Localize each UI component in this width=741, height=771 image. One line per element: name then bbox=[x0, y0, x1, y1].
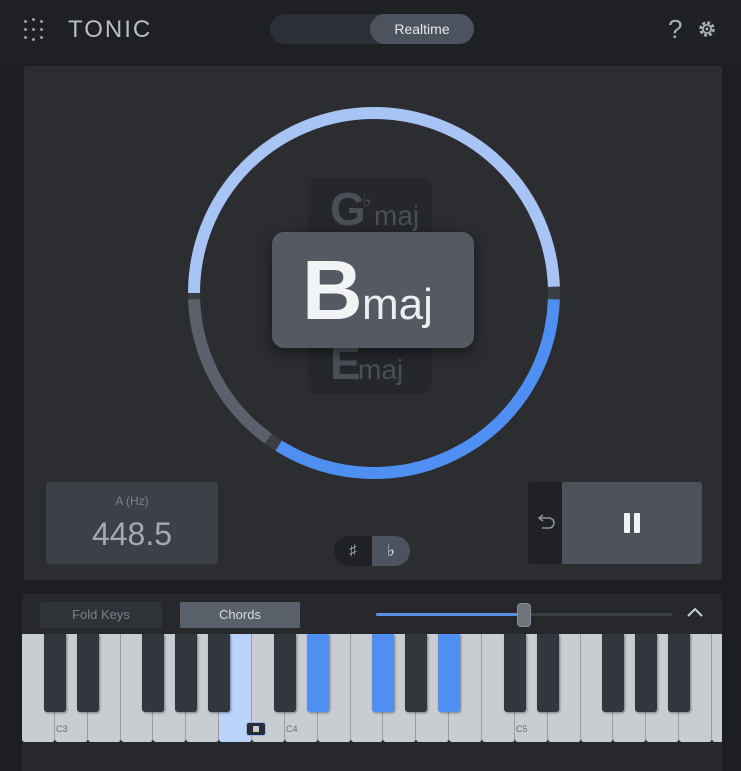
black-key-g-sharp5[interactable] bbox=[635, 634, 658, 712]
detector-panel: G ♭ maj E maj B maj A (Hz) 448.5 ♯ ♭ bbox=[24, 66, 722, 580]
black-key-a-sharp4[interactable] bbox=[438, 634, 461, 712]
black-key-g-sharp4[interactable] bbox=[405, 634, 428, 712]
undo-icon bbox=[537, 514, 555, 529]
previous-chord-accidental: ♭ bbox=[362, 190, 372, 212]
reference-pitch-label: A (Hz) bbox=[115, 494, 149, 508]
sharp-option[interactable]: ♯ bbox=[334, 536, 372, 566]
keyboard-panel: Fold Keys Chords C3 C4 C5 bbox=[22, 594, 722, 771]
octave-label-c5: C5 bbox=[516, 724, 528, 734]
ring-arc-dim bbox=[188, 299, 272, 444]
mode-option-realtime[interactable]: Realtime bbox=[370, 14, 474, 44]
current-chord-quality: maj bbox=[362, 280, 433, 329]
logo-icon bbox=[24, 18, 58, 44]
accidental-toggle[interactable]: ♯ ♭ bbox=[334, 536, 410, 566]
header-bar: TONIC Realtime ? bbox=[0, 0, 741, 62]
previous-chord-card: G ♭ maj bbox=[308, 178, 432, 240]
octave-label-c4: C4 bbox=[286, 724, 298, 734]
black-key-d-sharp3[interactable] bbox=[76, 634, 99, 712]
fold-keys-button[interactable]: Fold Keys bbox=[40, 602, 162, 628]
reference-pitch-field[interactable]: A (Hz) 448.5 bbox=[46, 482, 218, 564]
current-chord-card: B maj bbox=[272, 232, 474, 348]
app-title: TONIC bbox=[68, 16, 153, 43]
reference-pitch-value[interactable]: 448.5 bbox=[46, 516, 218, 553]
slider-fill bbox=[376, 613, 524, 616]
black-key-f-sharp5[interactable] bbox=[602, 634, 625, 712]
black-key-c-sharp4[interactable] bbox=[273, 634, 296, 712]
help-icon[interactable]: ? bbox=[668, 14, 682, 45]
black-key-a-sharp3[interactable] bbox=[208, 634, 231, 712]
white-key-c6[interactable] bbox=[712, 634, 722, 742]
keyboard-position-marker[interactable] bbox=[246, 722, 266, 736]
black-key-c-sharp3[interactable] bbox=[43, 634, 66, 712]
undo-button[interactable] bbox=[528, 482, 562, 564]
black-key-a-sharp5[interactable] bbox=[668, 634, 691, 712]
current-chord-root: B bbox=[302, 243, 363, 337]
next-chord-quality: maj bbox=[358, 354, 404, 385]
chords-button[interactable]: Chords bbox=[180, 602, 300, 628]
previous-chord-quality: maj bbox=[374, 200, 420, 231]
black-key-d-sharp4[interactable] bbox=[306, 634, 329, 712]
octave-label-c3: C3 bbox=[56, 724, 68, 734]
mode-toggle[interactable]: Realtime bbox=[270, 14, 474, 44]
black-key-g-sharp3[interactable] bbox=[175, 634, 198, 712]
black-key-f-sharp3[interactable] bbox=[142, 634, 165, 712]
keyboard-zoom-slider[interactable] bbox=[376, 603, 672, 627]
previous-chord-root: G bbox=[330, 183, 366, 235]
black-key-f-sharp4[interactable] bbox=[372, 634, 395, 712]
pause-button[interactable] bbox=[562, 482, 702, 564]
black-key-c-sharp5[interactable] bbox=[503, 634, 526, 712]
black-key-d-sharp5[interactable] bbox=[536, 634, 559, 712]
chevron-up-icon[interactable] bbox=[684, 602, 706, 624]
gear-icon[interactable] bbox=[696, 18, 718, 40]
pause-icon bbox=[622, 513, 642, 533]
slider-handle[interactable] bbox=[517, 603, 531, 627]
flat-option[interactable]: ♭ bbox=[372, 536, 410, 566]
mode-option-left[interactable] bbox=[270, 14, 370, 44]
piano-keyboard[interactable]: C3 C4 C5 bbox=[22, 634, 722, 771]
